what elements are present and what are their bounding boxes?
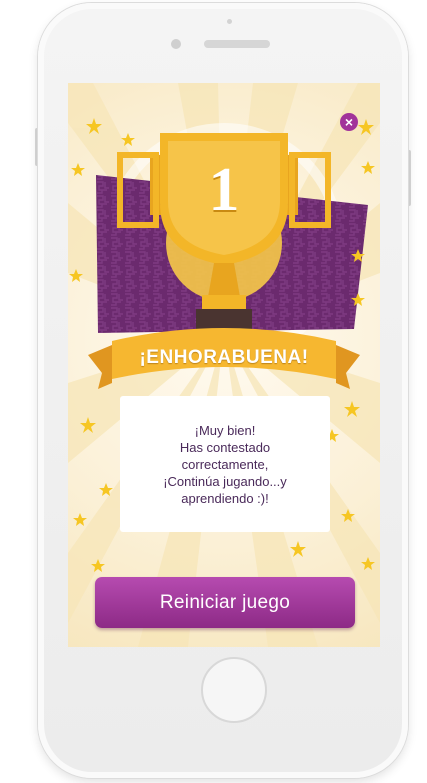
message-line: ¡Continúa jugando...y: [163, 473, 287, 489]
message-line: correctamente,: [181, 456, 269, 472]
proximity-sensor: [227, 19, 232, 24]
message-line: ¡Muy bien!: [194, 422, 256, 438]
home-button[interactable]: [201, 657, 267, 723]
message-line: Has contestado: [179, 439, 271, 455]
congratulations-banner: ¡ENHORABUENA!: [139, 347, 309, 368]
earpiece-speaker: [204, 40, 270, 48]
message-line: aprendiendo :)!: [181, 490, 269, 506]
restart-game-button[interactable]: Reiniciar juego: [95, 577, 355, 628]
app-screen: 1 × ¡ENHORABUENA! ¡Muy bien! Has contest…: [68, 83, 380, 647]
front-camera: [171, 39, 181, 49]
close-icon[interactable]: ×: [340, 113, 358, 131]
trophy-place-number: 1: [208, 156, 240, 224]
result-message: ¡Muy bien! Has contestado correctamente,…: [120, 396, 330, 532]
